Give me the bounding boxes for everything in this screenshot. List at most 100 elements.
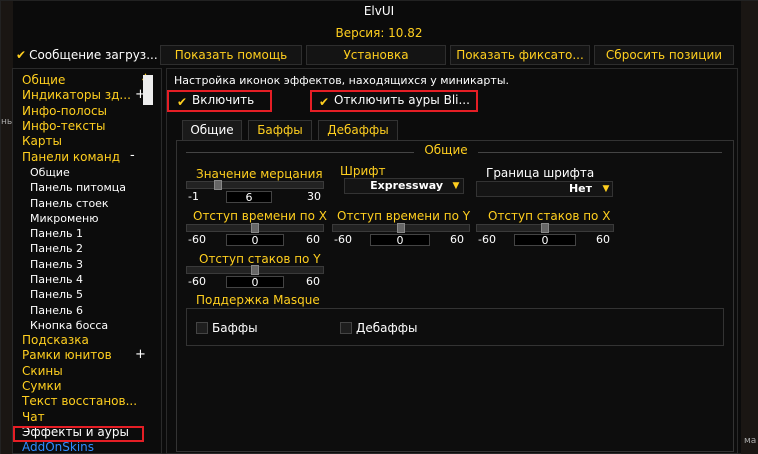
- sidebar-item-datatbars[interactable]: Инфо-полосы: [22, 104, 107, 119]
- sidebar-item-label: Рамки юнитов: [22, 348, 112, 362]
- show-movers-button[interactable]: Показать фиксато...: [450, 45, 590, 65]
- sidebar-subitem-bar-3[interactable]: Панель 3: [30, 257, 83, 272]
- sidebar-item-label: Общие: [30, 166, 70, 179]
- sidebar-item-label: Инфо-тексты: [22, 119, 106, 133]
- tab-general[interactable]: Общие: [182, 120, 242, 140]
- sidebar-subitem-bar-2[interactable]: Панель 2: [30, 241, 83, 256]
- sidebar-subitem-bar-1[interactable]: Панель 1: [30, 226, 83, 241]
- sidebar-item-label: Панель 5: [30, 288, 83, 301]
- count-offset-x-max: 60: [596, 233, 610, 246]
- sidebar-item-addonskins[interactable]: AddOnSkins: [22, 440, 95, 454]
- sidebar-item-cooldown-text[interactable]: Текст восстанов...: [22, 394, 137, 409]
- sidebar-item-label: Панель питомца: [30, 181, 126, 194]
- section-description: Настройка иконок эффектов, находящихся у…: [174, 74, 509, 87]
- sidebar-subitem-general[interactable]: Общие: [30, 165, 70, 180]
- count-offset-x-min: -60: [478, 233, 496, 246]
- count-offset-x-slider-thumb[interactable]: [541, 223, 549, 233]
- font-outline-label: Граница шрифта: [486, 166, 595, 180]
- login-message-label: Сообщение загруз...: [29, 48, 158, 62]
- tab-buffs[interactable]: Баффы: [248, 120, 312, 140]
- flash-value-label: Значение мерцания: [196, 167, 323, 181]
- install-button[interactable]: Установка: [306, 45, 446, 65]
- sidebar-item-label: Панель 6: [30, 304, 83, 317]
- count-offset-y-slider-thumb[interactable]: [251, 265, 259, 275]
- time-offset-x-slider-thumb[interactable]: [251, 223, 259, 233]
- flash-value-slider-thumb[interactable]: [214, 180, 222, 190]
- time-offset-y-min: -60: [334, 233, 352, 246]
- login-message-checkbox[interactable]: ✔ Сообщение загруз...: [16, 45, 158, 65]
- sidebar-item-skins[interactable]: Скины: [22, 364, 63, 379]
- sidebar-item-label: Общие: [22, 73, 66, 87]
- masque-buffs-checkbox[interactable]: [196, 322, 208, 334]
- flash-value-min: -1: [188, 190, 199, 203]
- font-dropdown[interactable]: Expressway: [344, 178, 464, 194]
- sidebar-subitem-micromenu[interactable]: Микроменю: [30, 211, 99, 226]
- flash-value-slider[interactable]: [186, 181, 324, 189]
- sidebar-item-label: Текст восстанов...: [22, 394, 138, 408]
- sidebar-item-general[interactable]: Общие: [22, 73, 65, 88]
- sidebar-item-label: Сумки: [22, 379, 62, 393]
- count-offset-x-label: Отступ стаков по X: [488, 209, 611, 223]
- flash-value-input[interactable]: 6: [226, 191, 272, 204]
- sidebar-scrollbar[interactable]: [143, 75, 153, 105]
- time-offset-x-input[interactable]: 0: [226, 234, 284, 247]
- flash-value-max: 30: [307, 190, 321, 203]
- sidebar-item-label: Карты: [22, 134, 62, 148]
- highlight-box: [167, 90, 272, 112]
- count-offset-y-input[interactable]: 0: [226, 276, 284, 289]
- time-offset-y-slider-thumb[interactable]: [397, 223, 405, 233]
- reset-positions-button[interactable]: Сбросить позиции: [594, 45, 734, 65]
- highlight-box: [310, 90, 478, 112]
- sidebar-item-unitframes[interactable]: Рамки юнитов +: [22, 347, 146, 363]
- sidebar-item-chat[interactable]: Чат: [22, 410, 45, 425]
- time-offset-x-max: 60: [306, 233, 320, 246]
- count-offset-y-min: -60: [188, 275, 206, 288]
- sidebar-subitem-boss-button[interactable]: Кнопка босса: [30, 318, 108, 333]
- group-divider: [186, 152, 414, 153]
- sidebar-subitem-bar-5[interactable]: Панель 5: [30, 287, 83, 302]
- count-offset-y-label: Отступ стаков по Y: [199, 252, 321, 266]
- window-title: ElvUI: [363, 4, 395, 18]
- masque-support-label: Поддержка Masque: [196, 293, 320, 307]
- sidebar-item-health-indicators[interactable]: Индикаторы зд... +: [22, 87, 146, 103]
- sidebar-item-label: Индикаторы зд...: [22, 88, 131, 102]
- sidebar-item-maps[interactable]: Карты: [22, 134, 62, 149]
- collapse-minus-icon[interactable]: -: [130, 148, 135, 163]
- time-offset-x-label: Отступ времени по X: [193, 209, 327, 223]
- highlight-box: [13, 426, 144, 442]
- expand-plus-icon[interactable]: +: [135, 347, 146, 362]
- sidebar-subitem-bar-6[interactable]: Панель 6: [30, 303, 83, 318]
- group-divider: [478, 152, 722, 153]
- sidebar-item-actionbars[interactable]: Панели команд -: [22, 148, 135, 165]
- count-offset-x-input[interactable]: 0: [514, 234, 576, 247]
- sidebar-subitem-stance-bar[interactable]: Панель стоек: [30, 196, 109, 211]
- masque-buffs-label: Баффы: [212, 321, 258, 335]
- sidebar-item-label: Панель 3: [30, 258, 83, 271]
- sidebar-subitem-pet-bar[interactable]: Панель питомца: [30, 180, 126, 195]
- group-title: Общие: [424, 143, 468, 157]
- count-offset-y-max: 60: [306, 275, 320, 288]
- sidebar-item-datatexts[interactable]: Инфо-тексты: [22, 119, 105, 134]
- sidebar-item-bags[interactable]: Сумки: [22, 379, 62, 394]
- sidebar-item-tooltip[interactable]: Подсказка: [22, 333, 89, 348]
- sidebar: Общие Индикаторы зд... + Инфо-полосы Инфо…: [12, 68, 162, 454]
- sidebar-item-label: Микроменю: [30, 212, 99, 225]
- show-help-button[interactable]: Показать помощь: [160, 45, 302, 65]
- chevron-down-icon[interactable]: ▼: [600, 183, 612, 195]
- checkmark-icon: ✔: [16, 48, 27, 62]
- sidebar-item-label: Подсказка: [22, 333, 89, 347]
- version-label: Версия: 10.82: [335, 26, 423, 40]
- time-offset-y-max: 60: [450, 233, 464, 246]
- sidebar-item-label: AddOnSkins: [22, 440, 95, 454]
- sidebar-item-label: Панели команд: [22, 150, 121, 164]
- tab-debuffs[interactable]: Дебаффы: [318, 120, 398, 140]
- sidebar-subitem-bar-4[interactable]: Панель 4: [30, 272, 83, 287]
- sidebar-item-label: Скины: [22, 364, 63, 378]
- font-outline-dropdown[interactable]: Нет: [476, 181, 613, 197]
- time-offset-y-input[interactable]: 0: [370, 234, 430, 247]
- time-offset-y-label: Отступ времени по Y: [337, 209, 471, 223]
- masque-debuffs-checkbox[interactable]: [340, 322, 352, 334]
- chevron-down-icon[interactable]: ▼: [450, 180, 462, 192]
- background-glyph: ма: [744, 436, 757, 446]
- background-art-right: [741, 1, 758, 454]
